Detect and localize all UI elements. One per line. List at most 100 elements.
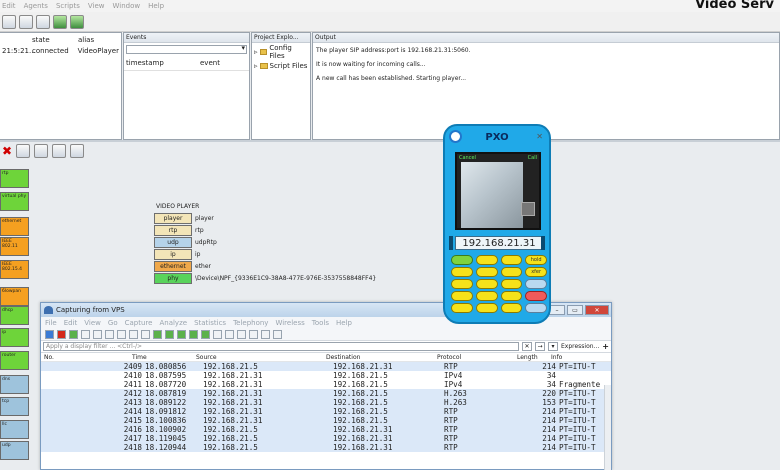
expression-button[interactable]: Expression... xyxy=(561,343,599,350)
ws-menu-item[interactable]: Tools xyxy=(312,319,329,327)
phone-key[interactable] xyxy=(500,303,523,313)
phone-key[interactable] xyxy=(451,303,473,313)
close-button[interactable]: ✕ xyxy=(585,305,609,315)
col-event[interactable]: event xyxy=(200,59,220,67)
new-icon[interactable] xyxy=(16,144,31,158)
phone-key[interactable] xyxy=(451,255,473,265)
palette-item[interactable]: rtp xyxy=(0,169,29,188)
palette-item[interactable]: udp xyxy=(0,441,29,460)
vp-layer-row[interactable]: ip ip xyxy=(154,248,376,260)
options-icon[interactable] xyxy=(81,329,90,339)
vp-layer-row[interactable]: phy \Device\NPF_{9336E1C9-38A8-477E-976E-… xyxy=(154,272,376,284)
palette-item[interactable]: virtual phy xyxy=(0,192,29,211)
filter-clear-icon[interactable]: ✕ xyxy=(522,342,532,351)
forward-icon[interactable] xyxy=(165,329,174,339)
stop-capture-icon[interactable] xyxy=(57,329,66,339)
palette-item[interactable]: IEEE 802.11 xyxy=(0,237,29,256)
palette-item[interactable]: dhcp xyxy=(0,306,29,325)
phone-key[interactable]: hold xyxy=(525,255,547,265)
menu-view[interactable]: View xyxy=(88,2,105,10)
packet-list-scrollbar[interactable] xyxy=(604,385,611,470)
packet-row[interactable]: 2416 18.100902 192.168.21.5 192.168.21.31 RT… xyxy=(41,425,611,434)
phone-key[interactable] xyxy=(500,267,523,277)
script-files-node[interactable]: ▹ Script Files xyxy=(252,61,310,71)
agent-row[interactable]: 21:5:21... connected VideoPlayer xyxy=(0,47,121,55)
ws-menu-item[interactable]: Telephony xyxy=(233,319,268,327)
close-file-icon[interactable] xyxy=(117,329,126,339)
save-as-icon[interactable] xyxy=(52,144,67,158)
menu-help[interactable]: Help xyxy=(148,2,164,10)
phone-key[interactable] xyxy=(500,291,523,301)
zoom-in-icon[interactable] xyxy=(237,329,246,339)
ws-menu-item[interactable]: Wireless xyxy=(275,319,304,327)
splitter[interactable] xyxy=(0,140,780,142)
menu-edit[interactable]: Edit xyxy=(2,2,16,10)
resize-columns-icon[interactable] xyxy=(273,329,282,339)
phone-key[interactable] xyxy=(525,279,547,289)
ws-menu-item[interactable]: Help xyxy=(336,319,352,327)
expand-icon[interactable]: ▹ xyxy=(254,48,258,56)
col-info[interactable]: Info xyxy=(551,354,562,361)
palette-item[interactable]: tcp xyxy=(0,397,29,416)
palette-item[interactable]: ethernet xyxy=(0,217,29,236)
ws-menu-item[interactable]: View xyxy=(84,319,101,327)
phone-key[interactable]: xfer xyxy=(525,267,547,277)
binoculars-icon[interactable] xyxy=(53,14,67,29)
restart-capture-icon[interactable] xyxy=(69,329,78,339)
col-length[interactable]: Length xyxy=(517,354,551,361)
phone-key[interactable] xyxy=(525,303,547,313)
config-files-node[interactable]: ▹ Config Files xyxy=(252,43,310,61)
packet-row[interactable]: 2418 18.120944 192.168.21.5 192.168.21.31 RT… xyxy=(41,443,611,452)
autoscroll-icon[interactable] xyxy=(213,329,222,339)
filter-apply-icon[interactable]: → xyxy=(535,342,545,351)
vp-layer-row[interactable]: udp udpRtp xyxy=(154,236,376,248)
palette-item[interactable]: IEEE 802.15.4 xyxy=(0,260,29,279)
palette-item[interactable]: dns xyxy=(0,375,29,394)
maximize-button[interactable]: ▭ xyxy=(567,305,583,315)
start-capture-icon[interactable] xyxy=(45,329,54,339)
save-icon[interactable] xyxy=(34,144,49,158)
vp-layer-row[interactable]: ethernet ether xyxy=(154,260,376,272)
palette-item[interactable]: ip xyxy=(0,328,29,347)
vp-layer-row[interactable]: player player xyxy=(154,212,376,224)
expand-icon[interactable]: ▹ xyxy=(254,62,258,70)
phone-key[interactable] xyxy=(475,267,498,277)
back-icon[interactable] xyxy=(153,329,162,339)
save-all-icon[interactable] xyxy=(36,14,50,29)
packet-row[interactable]: 2412 18.087819 192.168.21.31 192.168.21.5 H.… xyxy=(41,389,611,398)
menu-agents[interactable]: Agents xyxy=(24,2,48,10)
menu-scripts[interactable]: Scripts xyxy=(56,2,80,10)
packet-row[interactable]: 2417 18.119045 192.168.21.5 192.168.21.31 RT… xyxy=(41,434,611,443)
col-source[interactable]: Source xyxy=(196,354,326,361)
open-file-icon[interactable] xyxy=(93,329,102,339)
phone-key[interactable] xyxy=(500,279,523,289)
col-no[interactable]: No. xyxy=(41,354,132,361)
col-alias[interactable]: alias xyxy=(78,36,94,44)
ws-menu-item[interactable]: Analyze xyxy=(159,319,187,327)
packet-row[interactable]: 2411 18.087720 192.168.21.31 192.168.21.5 IP… xyxy=(41,380,611,389)
col-time[interactable]: Time xyxy=(132,354,196,361)
packet-row[interactable]: 2413 18.089122 192.168.21.31 192.168.21.5 H.… xyxy=(41,398,611,407)
screen-softkey-right[interactable]: Call xyxy=(528,155,537,161)
first-packet-icon[interactable] xyxy=(189,329,198,339)
add-filter-icon[interactable]: + xyxy=(602,342,609,351)
open-icon[interactable] xyxy=(2,14,16,29)
ws-menu-item[interactable]: File xyxy=(45,319,57,327)
phone-key[interactable] xyxy=(475,291,498,301)
display-filter-input[interactable] xyxy=(43,342,519,351)
phone-key[interactable] xyxy=(475,279,498,289)
palette-item[interactable]: llc xyxy=(0,420,29,439)
ws-menu-item[interactable]: Edit xyxy=(64,319,78,327)
palette-item[interactable]: 6lowpan xyxy=(0,287,29,306)
phone-key[interactable] xyxy=(475,303,498,313)
col-state[interactable]: state xyxy=(32,36,78,44)
last-packet-icon[interactable] xyxy=(201,329,210,339)
phone-key[interactable] xyxy=(500,255,523,265)
zoom-out-icon[interactable] xyxy=(249,329,258,339)
phone-key[interactable] xyxy=(475,255,498,265)
reload-icon[interactable] xyxy=(129,329,138,339)
packet-row[interactable]: 2409 18.080856 192.168.21.5 192.168.21.31 RT… xyxy=(41,362,611,371)
delete-icon[interactable]: ✖ xyxy=(2,144,12,158)
screen-softkey-left[interactable]: Cancel xyxy=(459,155,476,161)
brush-icon[interactable] xyxy=(70,144,85,158)
